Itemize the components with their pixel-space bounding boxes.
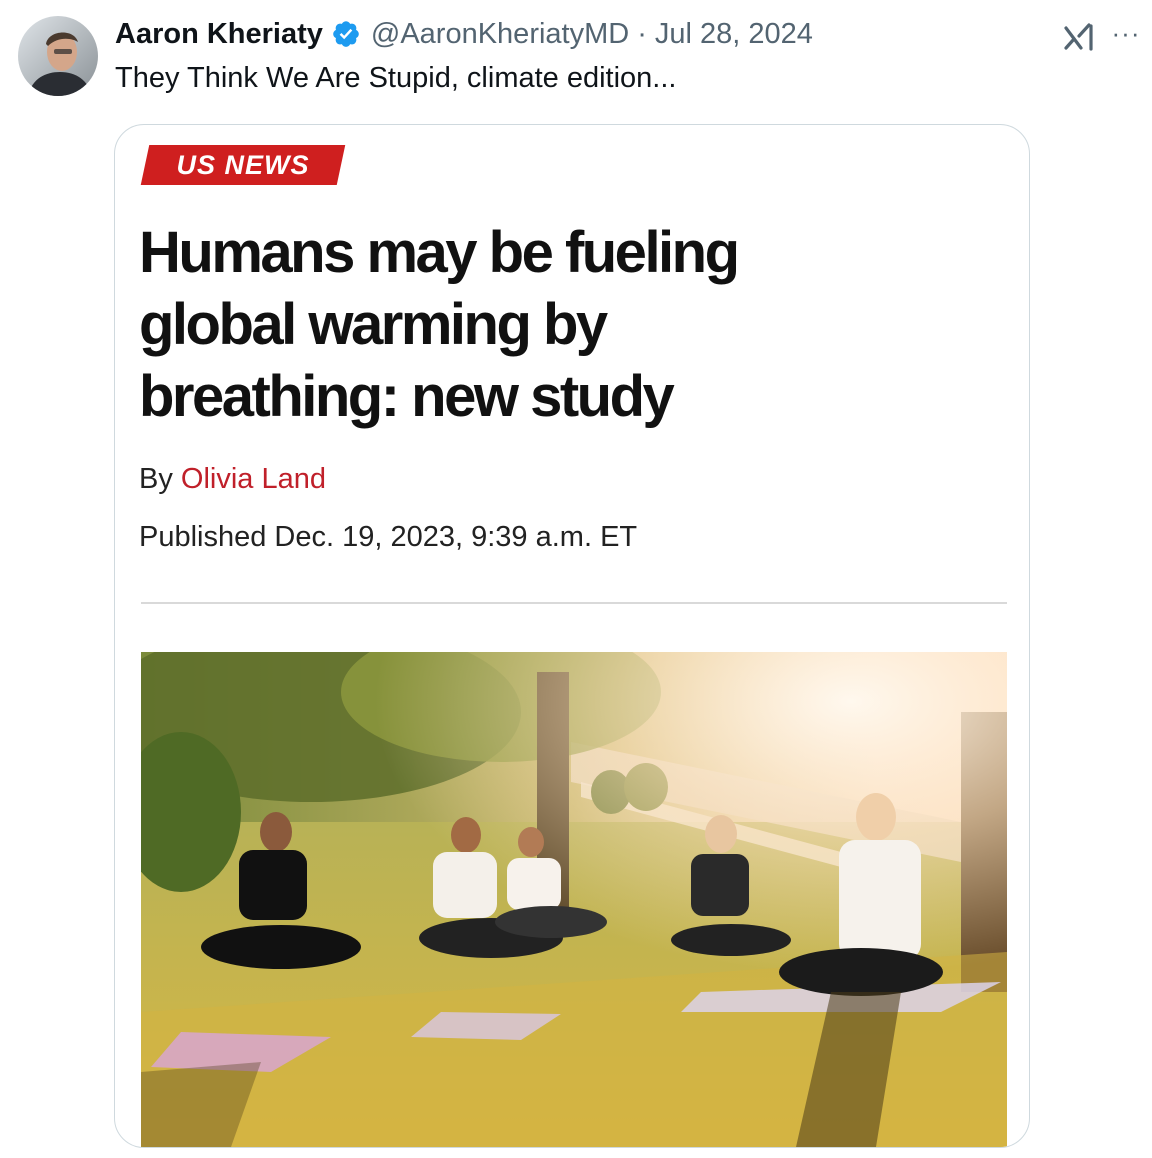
article-author: Olivia Land	[180, 463, 326, 495]
more-options-icon[interactable]: ···	[1110, 16, 1142, 50]
header-separator: ·	[637, 18, 647, 50]
tweet-header: Aaron Kheriaty @AaronKheriatyMD · Jul 28…	[115, 14, 813, 54]
article-divider	[141, 602, 1007, 604]
article-published-date: Published Dec. 19, 2023, 9:39 a.m. ET	[139, 521, 638, 553]
article-byline: By Olivia Land	[139, 459, 326, 499]
tweet-text: They Think We Are Stupid, climate editio…	[115, 62, 677, 94]
headline-line: Humans may be fueling	[139, 220, 740, 285]
author-handle[interactable]: @AaronKheriatyMD	[371, 14, 629, 54]
headline-line: breathing: new study	[139, 364, 675, 429]
grok-icon[interactable]	[1062, 20, 1096, 54]
article-headline: Humans may be fueling global warming by …	[139, 217, 999, 433]
author-avatar[interactable]	[18, 16, 98, 96]
attached-image-card[interactable]: US NEWS Humans may be fueling global war…	[114, 124, 1030, 1148]
verified-badge-icon	[331, 19, 361, 49]
avatar-image	[18, 16, 98, 96]
section-tag: US NEWS	[140, 145, 346, 185]
section-tag-label: US NEWS	[176, 150, 310, 180]
author-name[interactable]: Aaron Kheriaty	[115, 14, 323, 54]
byline-prefix: By	[139, 463, 173, 495]
headline-line: global warming by	[139, 292, 608, 357]
article-photo	[141, 652, 1007, 1147]
tweet-date[interactable]: Jul 28, 2024	[655, 14, 813, 54]
